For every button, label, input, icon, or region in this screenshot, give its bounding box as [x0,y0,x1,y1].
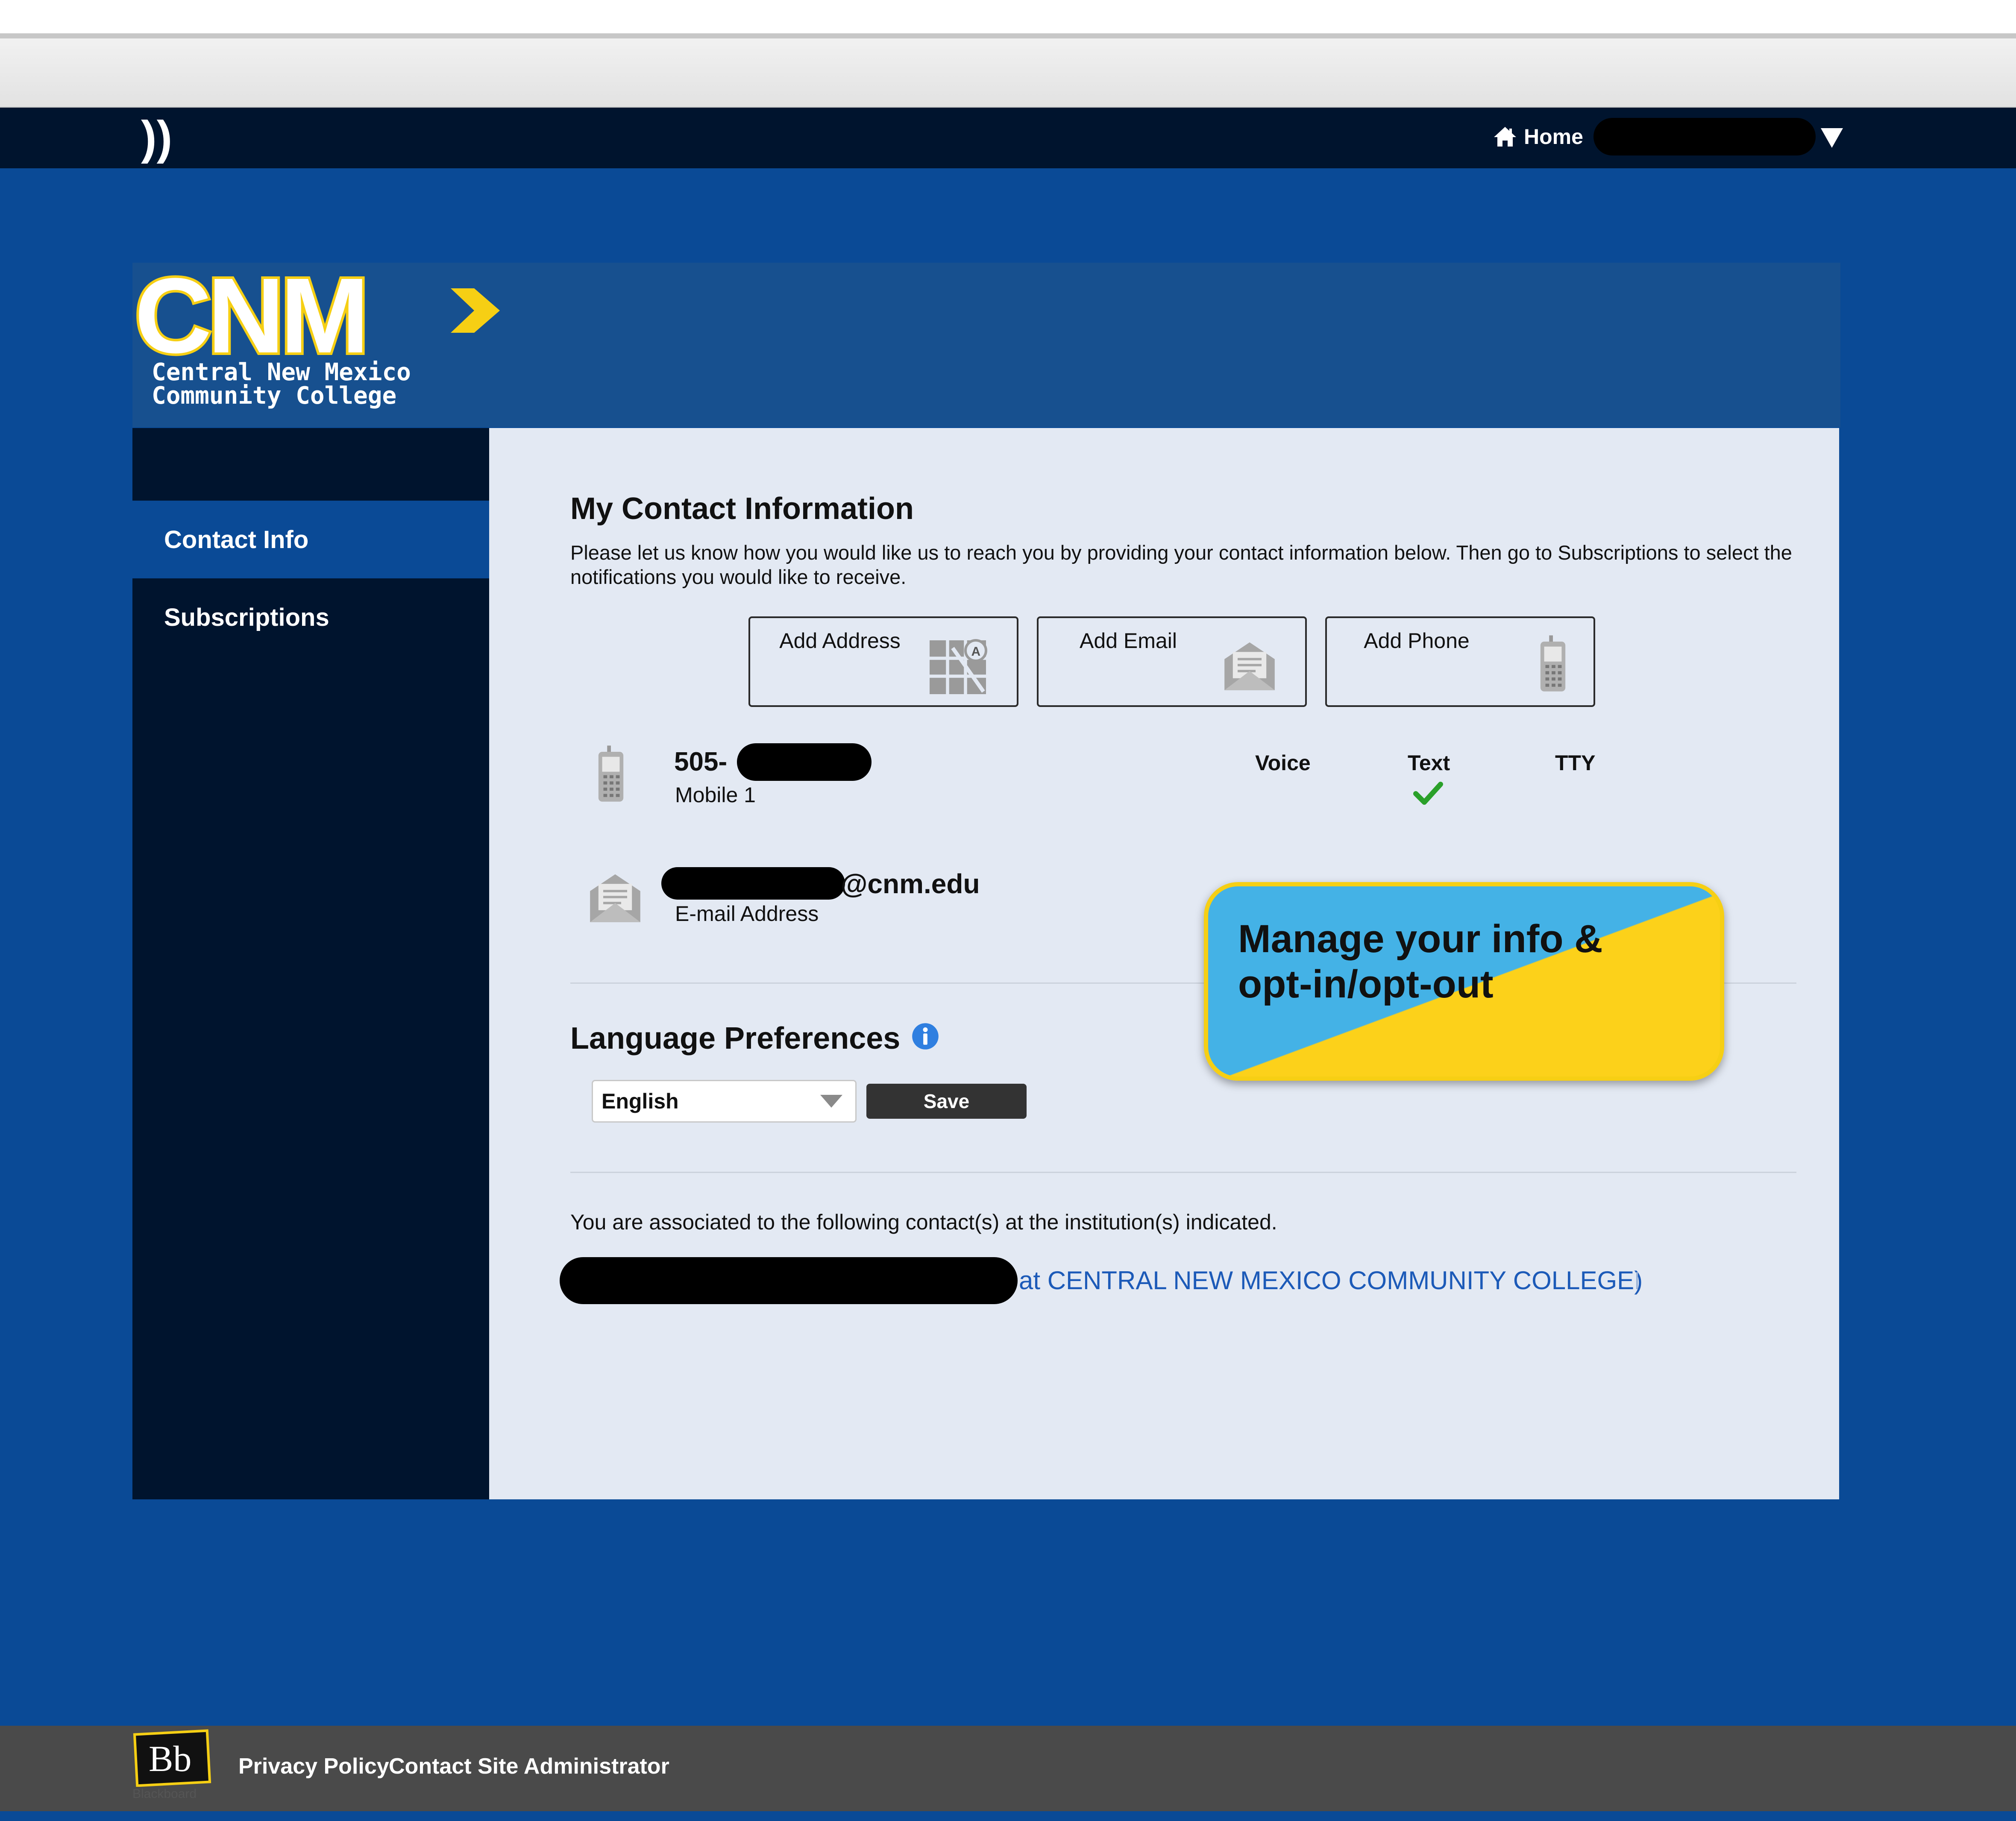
annotation-callout: Manage your info & opt-in/opt-out [1204,882,1724,1081]
language-selected-value: English [602,1089,679,1113]
blackboard-logo[interactable]: Bb [132,1729,211,1787]
add-phone-label: Add Phone [1364,629,1470,653]
phone-number[interactable]: 505- [674,747,727,777]
section-divider [570,1172,1796,1173]
email-type-label: E-mail Address [675,902,819,926]
add-email-label: Add Email [1080,629,1177,653]
phone-type-label: Mobile 1 [675,783,756,807]
footer-bottom-strip [0,1811,2016,1821]
sidebar-item-contact-info[interactable]: Contact Info [132,501,489,578]
user-menu-caret-icon[interactable] [1821,128,1843,148]
brand-logo-icon[interactable]: )) [141,108,172,168]
save-button[interactable]: Save [866,1084,1027,1119]
sidebar: Contact Info Subscriptions [132,428,489,1499]
home-label: Home [1524,125,1583,149]
dropdown-caret-icon[interactable] [820,1095,842,1108]
checkmark-icon[interactable] [1413,781,1443,806]
contact-name-redaction [560,1257,1018,1304]
intro-text: Please let us know how you would like us… [570,541,1792,588]
envelope-icon [1224,642,1275,690]
voice-column-header: Voice [1255,751,1311,775]
institution-link[interactable]: at CENTRAL NEW MEXICO COMMUNITY COLLEGE) [1019,1266,1643,1295]
association-text: You are associated to the following cont… [570,1210,1277,1234]
callout-text: Manage your info & opt-in/opt-out [1238,916,1603,1007]
bb-logo-text: Bb [149,1738,191,1779]
phone-number-redaction [737,743,872,781]
logo-chevron-icon [451,288,500,333]
privacy-policy-link[interactable]: Privacy Policy [238,1754,389,1779]
blackboard-caption: Blackboard [132,1787,197,1801]
map-icon: A [930,639,987,694]
add-email-button[interactable]: Add Email [1037,616,1307,707]
add-address-button[interactable]: Add Address A [748,616,1018,707]
home-icon [1494,127,1516,147]
home-link[interactable]: Home [1493,120,1583,154]
envelope-icon [590,874,640,922]
browser-divider [0,33,2016,38]
browser-top [0,0,2016,33]
email-redaction [661,867,845,900]
browser-toolbar [0,38,2016,108]
sidebar-item-label: Contact Info [164,525,309,554]
language-select[interactable]: English [592,1080,857,1123]
tty-column-header: TTY [1555,751,1596,775]
info-icon[interactable] [911,1022,939,1050]
sidebar-item-label: Subscriptions [164,603,329,631]
callout-line1: Manage your info & [1238,917,1603,961]
svg-text:A: A [971,645,981,659]
text-column-header: Text [1408,751,1450,775]
logo-line2: Community College [152,382,396,410]
add-phone-button[interactable]: Add Phone [1325,616,1595,707]
callout-line2: opt-in/opt-out [1238,962,1494,1006]
language-preferences-title: Language Preferences [570,1021,901,1056]
cnm-logo: CNM Central New Mexico Community College [132,263,500,410]
user-menu[interactable] [1593,118,1816,155]
add-address-label: Add Address [779,629,901,653]
contact-site-administrator-link[interactable]: Contact Site Administrator [389,1754,669,1779]
sidebar-item-subscriptions[interactable]: Subscriptions [132,578,489,656]
mobile-phone-icon [1540,635,1566,692]
link-separator [1636,1272,1638,1289]
email-address[interactable]: @cnm.edu [841,868,980,900]
page-title: My Contact Information [570,492,914,526]
mobile-phone-icon [598,745,624,802]
